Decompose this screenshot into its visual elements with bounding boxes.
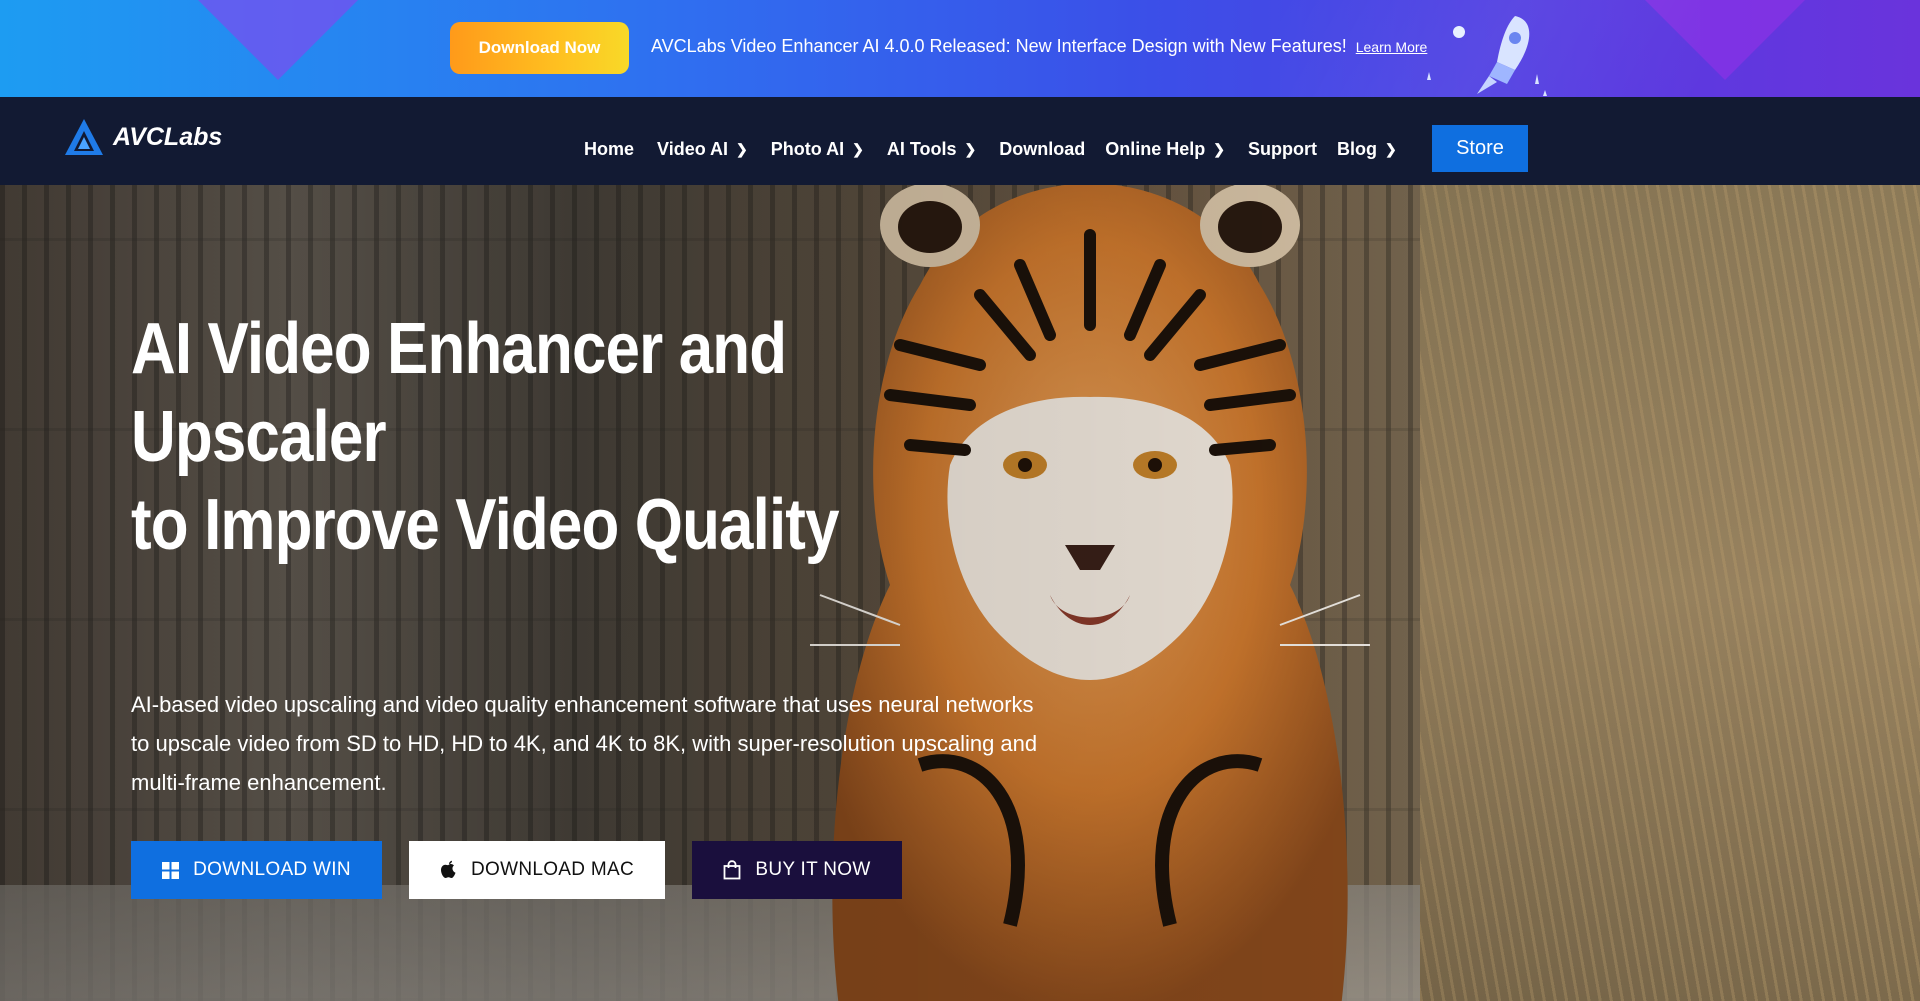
nav-item-label: AI Tools [886,138,957,159]
hero-title-line: to Improve Video Quality [131,485,840,565]
nav-item-label: Online Help [1105,138,1206,159]
nav-menu: Home Video AI ❯ Photo AI ❯ AI Tools ❯ Do… [584,139,1397,159]
chevron-right-icon: ❯ [852,140,864,157]
download-mac-button[interactable]: DOWNLOAD MAC [409,841,665,899]
nav-item-home[interactable]: Home [584,139,634,160]
nav-item-blog[interactable]: Blog ❯ [1337,139,1397,160]
nav-item-label: Download [999,138,1086,159]
chevron-right-icon: ❯ [736,140,748,157]
promo-message-text: AVCLabs Video Enhancer AI 4.0.0 Released… [651,36,1347,56]
logo-text: AVCLabs [113,122,223,151]
hero-title-line: AI Video Enhancer and Upscaler [131,309,787,477]
logo[interactable]: AVCLabs [63,117,222,157]
chevron-right-icon: ❯ [1384,140,1397,157]
buy-it-now-label: BUY IT NOW [755,859,871,880]
shopping-bag-icon [723,860,741,880]
rocket-icon [1427,16,1547,96]
store-button[interactable]: Store [1432,125,1528,172]
nav-item-photo-ai[interactable]: Photo AI ❯ [771,139,864,160]
nav-item-label: Photo AI [770,138,845,159]
chevron-right-icon: ❯ [1213,140,1225,157]
promo-banner: Download Now AVCLabs Video Enhancer AI 4… [0,0,1920,97]
windows-icon [162,861,180,879]
nav-item-download[interactable]: Download [999,139,1085,160]
download-mac-label: DOWNLOAD MAC [471,859,634,880]
nav-item-label: Blog [1336,138,1377,159]
promo-message: AVCLabs Video Enhancer AI 4.0.0 Released… [651,36,1427,57]
buy-it-now-button[interactable]: BUY IT NOW [692,841,902,899]
nav-item-label: Home [584,138,635,159]
main-nav: AVCLabs Home Video AI ❯ Photo AI ❯ AI To… [0,97,1920,185]
decorative-triangle [193,0,363,80]
nav-item-online-help[interactable]: Online Help ❯ [1105,139,1225,160]
nav-item-video-ai[interactable]: Video AI ❯ [657,139,748,160]
download-win-button[interactable]: DOWNLOAD WIN [131,841,382,899]
avclabs-logo-icon [65,119,103,155]
download-now-button[interactable]: Download Now [450,22,629,74]
nav-item-support[interactable]: Support [1248,139,1317,160]
apple-icon [441,860,456,878]
chevron-right-icon: ❯ [964,140,977,157]
nav-item-label: Support [1247,138,1317,159]
nav-item-ai-tools[interactable]: AI Tools ❯ [887,139,976,160]
download-win-label: DOWNLOAD WIN [193,859,351,880]
hero-title: AI Video Enhancer and Upscaler to Improv… [131,305,957,569]
hero-description: AI-based video upscaling and video quali… [131,692,1038,795]
nav-item-label: Video AI [657,138,729,159]
